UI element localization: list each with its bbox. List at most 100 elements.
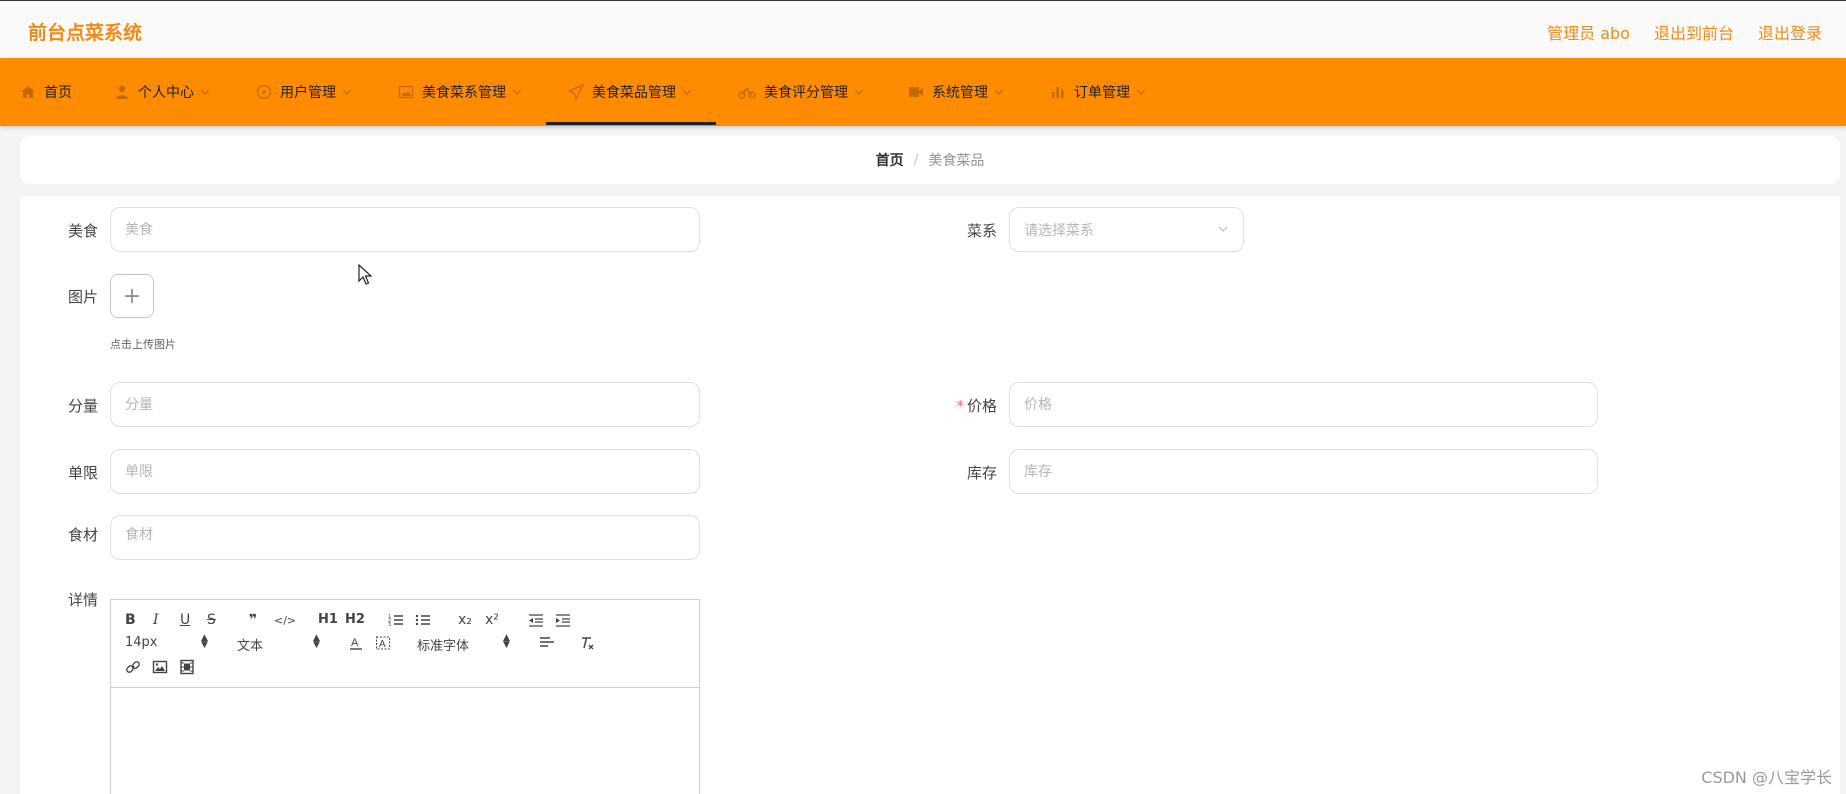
font-size-select[interactable]: 14px ▲ ▼ xyxy=(125,634,209,651)
chevron-down-icon xyxy=(682,89,692,95)
exit-to-front-link[interactable]: 退出到前台 xyxy=(1654,20,1734,44)
breadcrumb: 首页 / 美食菜品 xyxy=(20,136,1840,184)
ingredients-label: 食材 xyxy=(67,526,98,544)
svg-text:3: 3 xyxy=(388,622,391,628)
watermark: CSDN @八宝学长 xyxy=(1701,768,1832,787)
food-input[interactable] xyxy=(110,207,700,252)
breadcrumb-home[interactable]: 首页 xyxy=(876,150,904,170)
rich-text-editor: B I U S ❞ </> H1 H2 123 x₂ x² 14px ▲ ▼ 文本… xyxy=(110,599,700,794)
nav-item-system-management[interactable]: 系统管理 xyxy=(908,58,1012,126)
underline-button[interactable]: U xyxy=(180,612,190,628)
paper-plane-icon xyxy=(568,84,584,100)
text-color-icon[interactable]: A xyxy=(348,635,364,651)
cuisine-select[interactable]: 请选择菜系 xyxy=(1009,207,1244,252)
heading2-button[interactable]: H2 xyxy=(345,612,365,628)
nav-label: 美食评分管理 xyxy=(764,85,848,101)
detail-label: 详情 xyxy=(67,591,98,609)
nav-label: 个人中心 xyxy=(138,85,194,101)
portion-label: 分量 xyxy=(67,397,98,415)
cuisine-label: 菜系 xyxy=(966,222,997,240)
breadcrumb-current: 美食菜品 xyxy=(928,153,985,169)
image-upload-tip: 点击上传图片 xyxy=(110,338,176,351)
select-arrows-icon: ▲ ▼ xyxy=(503,633,510,650)
dish-form: 美食 菜系 请选择菜系 图片 + 点击上传图片 分量 *价格 单限 库存 食材 … xyxy=(20,196,1840,794)
svg-text:A: A xyxy=(351,637,359,649)
chevron-down-icon xyxy=(200,89,210,95)
editor-content-area[interactable] xyxy=(111,688,699,794)
active-nav-indicator xyxy=(546,122,716,125)
nav-item-rating-management[interactable]: 美食评分管理 xyxy=(738,58,872,126)
outdent-icon[interactable] xyxy=(528,612,544,628)
price-input[interactable] xyxy=(1009,382,1598,427)
compass-icon xyxy=(256,84,272,100)
video-icon xyxy=(909,87,923,97)
mouse-cursor-icon xyxy=(358,264,372,285)
required-mark: * xyxy=(956,397,964,415)
user-icon xyxy=(116,85,128,99)
clear-format-icon[interactable] xyxy=(579,635,595,651)
code-block-button[interactable]: </> xyxy=(274,613,296,629)
nav-item-order-management[interactable]: 订单管理 xyxy=(1050,58,1154,126)
nav-item-dish-management[interactable]: 美食菜品管理 xyxy=(568,58,700,126)
main-nav: 首页 个人中心 用户管理 美食菜系管理 美食菜品管理 美食评分管理 系统管理 订… xyxy=(0,58,1846,126)
strike-button[interactable]: S xyxy=(207,612,216,628)
bike-icon xyxy=(738,87,756,99)
chevron-down-icon xyxy=(1218,226,1228,232)
font-family-value: 标准字体 xyxy=(417,639,470,654)
logout-link[interactable]: 退出登录 xyxy=(1758,20,1822,44)
home-icon xyxy=(21,86,35,98)
chevron-down-icon xyxy=(854,89,864,95)
nav-item-home[interactable]: 首页 xyxy=(20,58,72,126)
price-label-text: 价格 xyxy=(966,397,997,415)
ordered-list-icon[interactable]: 123 xyxy=(388,612,404,628)
select-arrows-icon: ▲ ▼ xyxy=(313,633,320,650)
header-format-value: 文本 xyxy=(237,639,264,654)
bar-chart-icon xyxy=(1052,87,1064,98)
subscript-button[interactable]: x₂ xyxy=(458,612,472,628)
app-title: 前台点菜系统 xyxy=(28,22,143,44)
superscript-button[interactable]: x² xyxy=(485,612,499,628)
chevron-down-icon xyxy=(342,89,352,95)
chevron-down-icon xyxy=(994,89,1004,95)
editor-toolbar: B I U S ❞ </> H1 H2 123 x₂ x² 14px ▲ ▼ 文本… xyxy=(111,600,699,688)
nav-item-cuisine-management[interactable]: 美食菜系管理 xyxy=(398,58,530,126)
blockquote-button[interactable]: ❞ xyxy=(249,612,257,628)
top-bar: 前台点菜系统 管理员 abo 退出到前台 退出登录 xyxy=(0,0,1846,58)
stock-input[interactable] xyxy=(1009,449,1598,494)
bold-button[interactable]: B xyxy=(125,612,136,628)
font-family-select[interactable]: 标准字体 ▲ ▼ xyxy=(417,633,511,655)
italic-button[interactable]: I xyxy=(153,612,159,628)
image-label: 图片 xyxy=(67,288,98,306)
align-left-icon[interactable] xyxy=(539,635,555,651)
breadcrumb-separator: / xyxy=(913,152,919,168)
chevron-down-icon xyxy=(512,89,522,95)
price-label: * 价格 xyxy=(937,395,997,416)
video-icon[interactable] xyxy=(179,659,195,675)
nav-label: 首页 xyxy=(44,85,72,101)
link-icon[interactable] xyxy=(125,659,141,675)
nav-label: 订单管理 xyxy=(1074,85,1130,101)
top-links: 管理员 abo 退出到前台 退出登录 xyxy=(1547,20,1822,44)
image-icon[interactable] xyxy=(152,659,168,675)
heading1-button[interactable]: H1 xyxy=(318,612,338,628)
font-size-value: 14px xyxy=(125,635,158,650)
food-label: 美食 xyxy=(67,222,98,240)
limit-input[interactable] xyxy=(110,449,700,494)
portion-input[interactable] xyxy=(110,382,700,427)
ingredients-textarea[interactable] xyxy=(110,515,700,560)
header-format-select[interactable]: 文本 ▲ ▼ xyxy=(237,633,321,655)
background-color-icon[interactable]: A xyxy=(375,635,391,651)
indent-icon[interactable] xyxy=(555,612,571,628)
nav-label: 美食菜品管理 xyxy=(592,85,676,101)
chevron-down-icon xyxy=(1136,89,1146,95)
nav-item-user-management[interactable]: 用户管理 xyxy=(256,58,360,126)
limit-label: 单限 xyxy=(67,464,98,482)
admin-user-link[interactable]: 管理员 abo xyxy=(1547,20,1630,44)
image-upload-button[interactable]: + xyxy=(110,274,154,318)
picture-icon xyxy=(398,85,414,99)
svg-text:A: A xyxy=(379,639,386,650)
nav-label: 系统管理 xyxy=(932,85,988,101)
nav-item-personal-center[interactable]: 个人中心 xyxy=(114,58,218,126)
cuisine-placeholder: 请选择菜系 xyxy=(1024,222,1094,239)
bullet-list-icon[interactable] xyxy=(415,612,431,628)
